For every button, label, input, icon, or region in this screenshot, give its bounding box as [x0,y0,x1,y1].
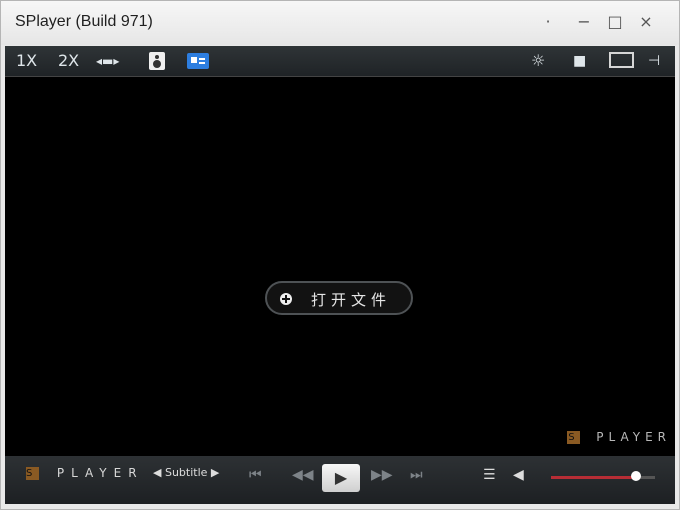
splayer-window: SPlayer (Build 971) · − □ × 1X 2X ◂▬▸ ☼ … [0,0,680,510]
speed-1x-button[interactable]: 1X [16,50,37,72]
play-icon[interactable]: ▶ [322,464,360,492]
display-icon-graphic [191,57,205,64]
bottom-control-bar: S PLAYER ◀ Subtitle ▶ ⏮ ◀◀ ▶ ▶▶ ⏭ ☰ ◀ [5,456,675,504]
title-bar: SPlayer (Build 971) · − □ × [1,1,679,45]
plus-icon [280,293,292,305]
subtitle-right-icon[interactable]: ▶ [211,466,219,479]
volume-knob[interactable] [631,471,641,481]
video-area[interactable]: 打开文件 S PLAYER [5,77,675,456]
next-icon[interactable]: ⏭ [410,467,423,483]
maximize-button[interactable]: □ [604,11,626,33]
window-title: SPlayer (Build 971) [15,13,153,30]
speed-2x-button[interactable]: 2X [58,50,79,72]
volume-icon[interactable]: ◀ [513,467,524,483]
display-icon[interactable] [187,53,209,69]
subtitle-selector[interactable]: ◀ Subtitle ▶ [153,466,219,479]
splayer-watermark: S PLAYER [567,430,671,444]
bottom-logo-icon: S [26,467,40,480]
close-button[interactable]: × [635,11,657,33]
watermark-text: PLAYER [596,430,671,444]
fullscreen-icon[interactable] [609,52,634,68]
volume-fill [551,476,637,479]
open-file-button[interactable]: 打开文件 [265,281,413,315]
splayer-logo: S [567,431,581,444]
menu-button[interactable]: · [537,11,559,33]
brand-logo: S PLAYER [26,466,144,480]
brightness-icon[interactable]: ☼ [531,50,545,72]
brand-text: PLAYER [56,466,144,480]
playlist-icon[interactable]: ☰ [483,467,496,483]
open-file-label: 打开文件 [311,291,392,309]
pin-icon[interactable]: ⊣ [648,50,660,72]
speaker-icon-graphic [153,55,161,68]
aspect-ratio-icon[interactable]: ◂▬▸ [96,50,119,72]
minimize-button[interactable]: − [573,11,595,33]
camera-icon[interactable]: ■ [573,50,586,72]
subtitle-label: Subtitle [164,466,208,479]
subtitle-left-icon[interactable]: ◀ [153,466,161,479]
speaker-icon[interactable] [149,52,165,70]
previous-icon[interactable]: ⏮ [249,467,262,483]
fast-forward-icon[interactable]: ▶▶ [371,467,393,483]
rewind-icon[interactable]: ◀◀ [292,467,314,483]
top-toolbar: 1X 2X ◂▬▸ ☼ ■ ⊣ [5,46,675,77]
